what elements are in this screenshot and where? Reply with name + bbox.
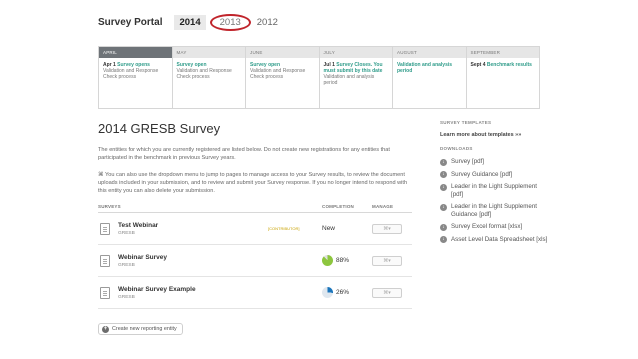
timeline-column-april: APRIL Apr 1 Survey opens Validation and … [99,47,173,108]
download-link-asset-data[interactable]: ↓ Asset Level Data Spreadsheet [xls] [440,235,550,243]
download-link-leader-supplement[interactable]: ↓ Leader in the Light Supplement [pdf] [440,183,550,198]
help-paragraph: ⌘ You can also use the dropdown menu to … [98,171,412,195]
document-icon [100,254,110,267]
intro-paragraph: The entities for which you are currently… [98,147,390,161]
download-label: Survey Guidance [pdf] [451,170,513,178]
download-label: Asset Level Data Spreadsheet [xls] [451,235,548,243]
year-tab-2014[interactable]: 2014 [174,14,206,30]
survey-org: GRESB [118,294,135,300]
create-entity-label: Create new reporting entity [112,326,177,332]
help-text: You can also use the dropdown menu to ju… [98,172,408,194]
timeline-column-june: JUNE Survey open Validation and Response… [246,47,320,108]
timeline-date: Sept 4 [470,62,486,68]
completion-value: New [322,225,336,232]
download-icon: ↓ [440,183,447,191]
top-header: Survey Portal 2014 2013 2012 [98,13,284,31]
timeline-desc: Validation and Response Check process [103,68,159,80]
role-badge: [CONTRIBUTOR] [268,226,300,231]
downloads-heading: DOWNLOADS [440,146,473,151]
plus-icon: + [102,325,109,333]
timeline-desc: Validation and Response Check process [250,68,306,80]
download-icon: ↓ [440,158,447,166]
timeline-month: SEPTEMBER [466,47,539,58]
survey-name[interactable]: Webinar Survey Example [118,286,268,293]
timeline-month: JUNE [246,47,319,58]
download-link-guidance[interactable]: ↓ Survey Guidance [pdf] [440,170,550,178]
survey-org: GRESB [118,262,135,268]
command-icon: ⌘ [98,172,104,178]
download-icon: ↓ [440,236,447,243]
table-row[interactable]: Webinar Survey GRESB 88% ⌘▾ [98,245,412,277]
survey-org: GRESB [118,230,135,236]
timeline-desc: Validation and analysis period [323,74,375,86]
table-row[interactable]: Test Webinar GRESB [CONTRIBUTOR] New ⌘▾ [98,213,412,245]
column-header-completion: COMPLETION [322,204,354,209]
timeline-month: JULY [319,47,392,58]
timeline-column-may: MAY Survey open Validation and Response … [172,47,246,108]
manage-dropdown[interactable]: ⌘▾ [372,223,402,234]
table-row[interactable]: Webinar Survey Example GRESB 26% ⌘▾ [98,277,412,309]
surveys-table-header: SURVEYS COMPLETION MANAGE [98,204,412,213]
download-icon: ↓ [440,223,447,231]
completion-value: 26% [336,289,350,296]
timeline-column-july: JULY Jul 1 Survey Closes. You must submi… [319,47,393,108]
page-title: 2014 GRESB Survey [98,121,221,136]
timeline-desc: Validation and Response Check process [176,68,232,80]
sidebar: SURVEY TEMPLATES Learn more about templa… [440,120,550,248]
download-icon: ↓ [440,171,447,178]
manage-dropdown[interactable]: ⌘▾ [372,287,402,298]
completion-status: 88% [322,255,372,266]
year-tab-2013[interactable]: 2013 [209,13,251,31]
download-label: Leader in the Light Supplement Guidance … [451,203,537,218]
completion-status: 26% [322,287,372,298]
timeline-month: MAY [172,47,245,58]
completion-pie-icon [322,255,333,266]
timeline-column-august: AUGUST Validation and analysis period [393,47,467,108]
download-label: Survey [pdf] [451,158,485,165]
manage-dropdown[interactable]: ⌘▾ [372,255,402,266]
timeline-month: APRIL [99,47,172,58]
timeline-event: Validation and analysis period [397,62,453,74]
download-link-survey[interactable]: ↓ Survey [pdf] [440,158,550,166]
completion-pie-icon [322,287,333,298]
download-label: Leader in the Light Supplement [pdf] [451,183,537,198]
document-icon [100,286,110,299]
create-entity-button[interactable]: + Create new reporting entity [98,323,183,335]
main-content: 2014 GRESB Survey The entities for which… [98,121,412,335]
brand-title: Survey Portal [98,16,163,28]
download-icon: ↓ [440,203,447,211]
timeline-event: Benchmark results [486,62,532,68]
year-tab-2012[interactable]: 2012 [253,15,282,30]
survey-name[interactable]: Test Webinar [118,222,268,229]
survey-name[interactable]: Webinar Survey [118,254,268,261]
download-label: Survey Excel format [xlsx] [451,223,523,230]
templates-heading: SURVEY TEMPLATES [440,120,492,125]
column-header-manage: MANAGE [372,204,394,209]
learn-more-link[interactable]: Learn more about templates »» [440,132,550,138]
completion-status: New [322,225,372,232]
download-link-leader-guidance[interactable]: ↓ Leader in the Light Supplement Guidanc… [440,203,550,218]
download-link-excel[interactable]: ↓ Survey Excel format [xlsx] [440,223,550,231]
survey-timeline: APRIL Apr 1 Survey opens Validation and … [98,46,540,109]
timeline-column-september: SEPTEMBER Sept 4 Benchmark results [466,47,539,108]
document-icon [100,222,110,235]
timeline-month: AUGUST [393,47,466,58]
completion-value: 88% [336,257,350,264]
column-header-surveys: SURVEYS [98,204,121,209]
